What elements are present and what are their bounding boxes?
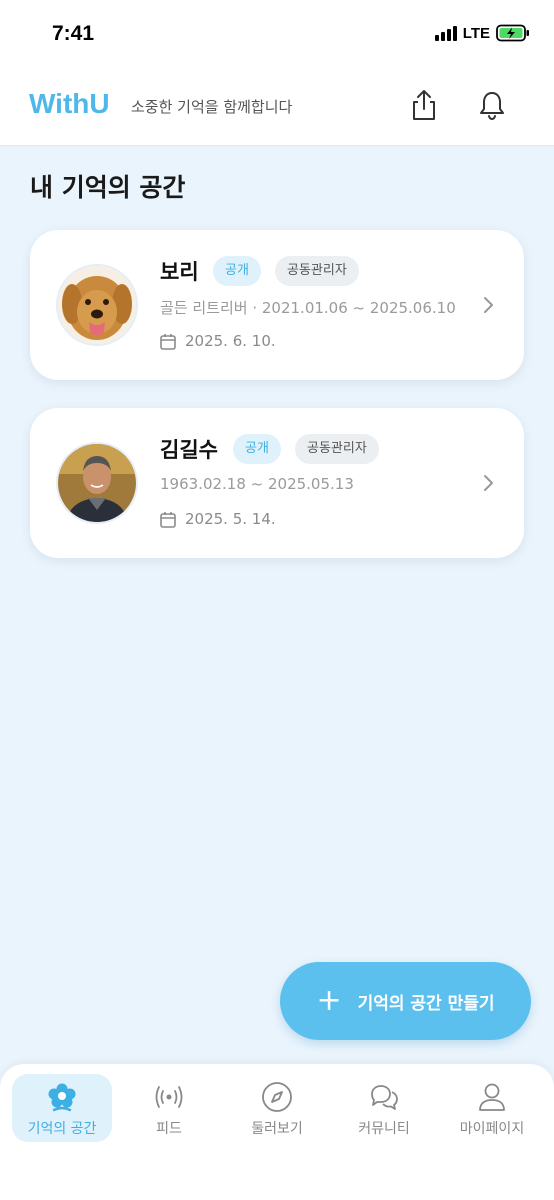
calendar-icon	[160, 333, 176, 350]
bottom-tab-bar: 기억의 공간 피드 둘러보기 커뮤니티 마이페이지	[0, 1064, 554, 1200]
chevron-right-icon[interactable]	[482, 472, 496, 494]
status-bar: 7:41 LTE	[0, 0, 554, 70]
network-label: LTE	[462, 24, 490, 42]
tab-label: 커뮤니티	[358, 1121, 410, 1137]
tab-community[interactable]: 커뮤니티	[334, 1074, 434, 1142]
page-title: 내 기억의 공간	[30, 173, 186, 202]
signal-icon	[434, 25, 457, 41]
memorial-description: 골든 리트리버 · 2021.01.06 ~ 2025.06.10	[160, 299, 456, 317]
battery-icon	[496, 24, 529, 42]
avatar-person	[56, 442, 138, 524]
status-time: 7:41	[52, 22, 95, 45]
visibility-badge: 공개	[213, 256, 261, 286]
memorial-name: 김길수	[160, 438, 218, 462]
tab-memory-space[interactable]: 기억의 공간	[12, 1074, 112, 1142]
avatar-dog	[56, 264, 138, 346]
bell-icon[interactable]	[477, 88, 507, 122]
tab-feed[interactable]: 피드	[119, 1074, 219, 1142]
memorial-date: 2025. 6. 10.	[185, 332, 276, 350]
flower-icon	[48, 1083, 76, 1112]
memorial-date: 2025. 5. 14.	[185, 510, 276, 528]
memorial-date-row: 2025. 5. 14.	[160, 510, 276, 528]
broadcast-icon	[155, 1086, 183, 1108]
person-icon	[479, 1083, 505, 1111]
status-indicators: LTE	[434, 24, 530, 42]
memorial-card[interactable]: 보리 공개 공동관리자 골든 리트리버 · 2021.01.06 ~ 2025.…	[30, 230, 524, 380]
memorial-card[interactable]: 김길수 공개 공동관리자 1963.02.18 ~ 2025.05.13 202…	[30, 408, 524, 558]
app-header: WithU 소중한 기억을 함께합니다	[0, 70, 554, 146]
memorial-name: 보리	[160, 260, 199, 284]
tab-label: 둘러보기	[251, 1121, 303, 1137]
memorial-date-row: 2025. 6. 10.	[160, 332, 276, 350]
tab-label: 마이페이지	[459, 1121, 525, 1137]
chat-icon	[371, 1085, 398, 1110]
role-badge: 공동관리자	[275, 256, 359, 286]
tab-my-page[interactable]: 마이페이지	[442, 1074, 542, 1142]
chevron-right-icon[interactable]	[482, 294, 496, 316]
tab-explore[interactable]: 둘러보기	[227, 1074, 327, 1142]
create-memory-space-button[interactable]: + 기억의 공간 만들기	[280, 962, 531, 1040]
memorial-description: 1963.02.18 ~ 2025.05.13	[160, 475, 354, 493]
tab-label: 피드	[156, 1121, 182, 1137]
calendar-icon	[160, 511, 176, 528]
tab-label: 기억의 공간	[27, 1121, 97, 1137]
share-icon[interactable]	[409, 88, 439, 122]
compass-icon	[262, 1082, 292, 1112]
app-logo[interactable]: WithU	[29, 88, 110, 120]
fab-label: 기억의 공간 만들기	[357, 993, 495, 1014]
plus-icon: +	[316, 983, 342, 1018]
visibility-badge: 공개	[233, 434, 281, 464]
app-tagline: 소중한 기억을 함께합니다	[131, 98, 293, 116]
role-badge: 공동관리자	[295, 434, 379, 464]
